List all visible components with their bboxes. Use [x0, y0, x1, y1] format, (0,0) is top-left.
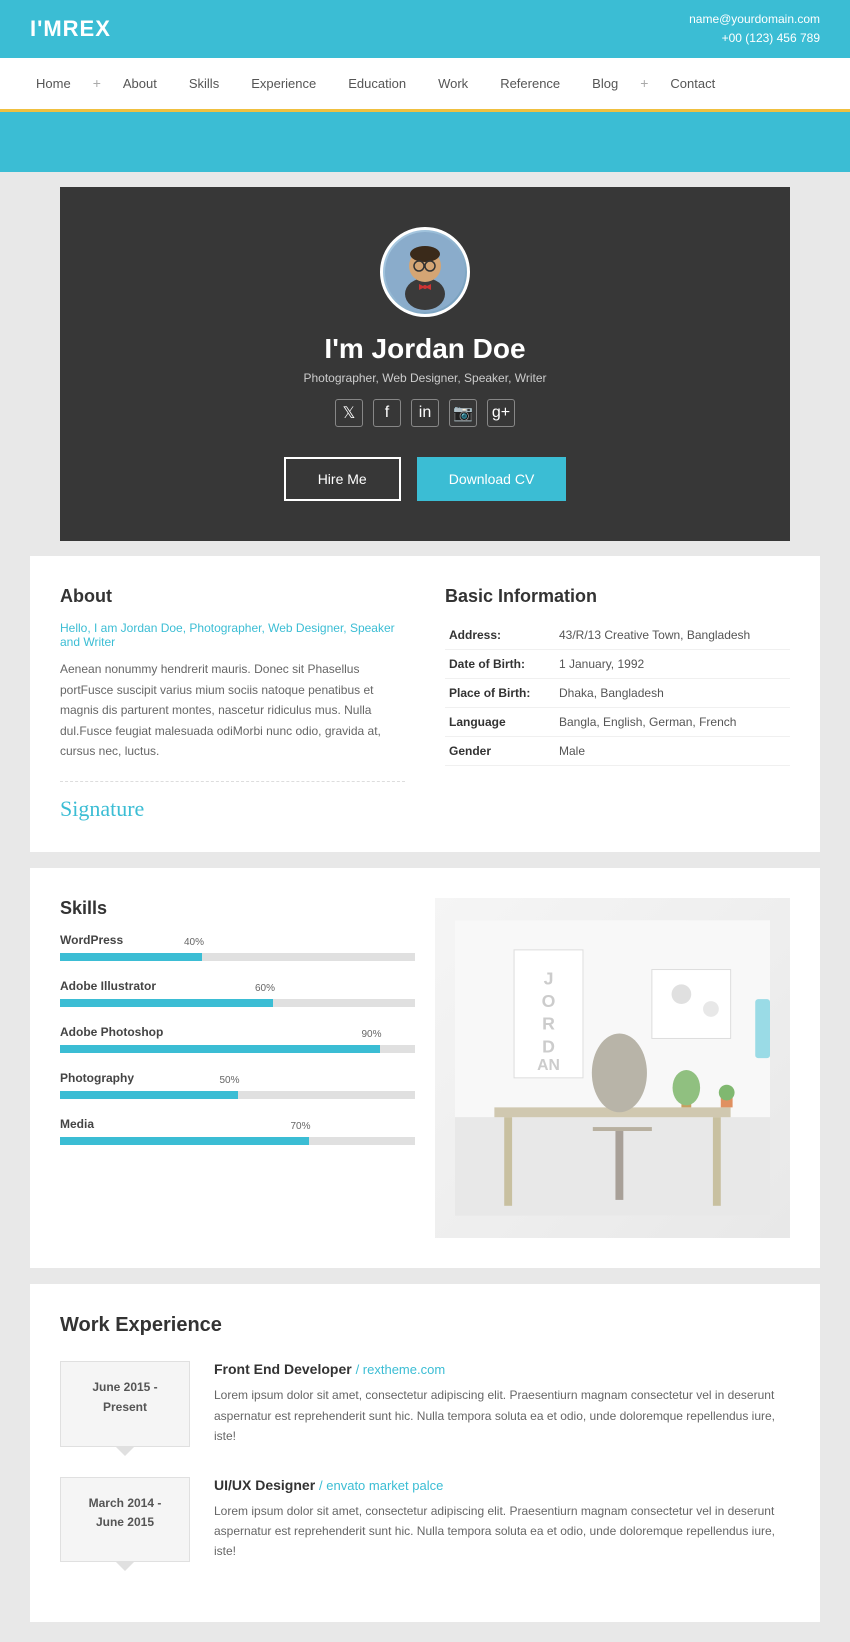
hero-bg-top [0, 112, 850, 172]
skill-bar-fill-wordpress [60, 953, 202, 961]
skill-photography: Photography [60, 1071, 415, 1099]
info-label-address: Address: [445, 621, 555, 650]
skill-media: Media [60, 1117, 415, 1145]
svg-text:D: D [542, 1037, 555, 1057]
work-section: Work Experience June 2015 -Present Front… [30, 1284, 820, 1621]
hero-buttons: Hire Me Download CV [284, 457, 567, 501]
skill-bar-fill-photoshop [60, 1045, 380, 1053]
work-date-2: March 2014 -June 2015 [60, 1477, 190, 1562]
skill-bar-bg-wordpress [60, 953, 415, 961]
info-value-address: 43/R/13 Creative Town, Bangladesh [555, 621, 790, 650]
nav-plus-blog: + [634, 57, 654, 109]
svg-text:R: R [542, 1014, 555, 1034]
work-content-2: UI/UX Designer / envato market palce Lor… [214, 1477, 790, 1562]
skills-right-image: J O R D AN [435, 898, 790, 1238]
about-section: About Hello, I am Jordan Doe, Photograph… [30, 556, 820, 852]
basic-info-title: Basic Information [445, 586, 790, 607]
nav-skills[interactable]: Skills [173, 58, 235, 109]
about-left: About Hello, I am Jordan Doe, Photograph… [60, 586, 405, 822]
skill-label-wordpress: WordPress [60, 933, 415, 947]
info-value-dob: 1 January, 1992 [555, 650, 790, 679]
basic-info: Basic Information Address: 43/R/13 Creat… [445, 586, 790, 822]
site-header: I'MREX name@yourdomain.com +00 (123) 456… [0, 0, 850, 58]
email: name@yourdomain.com [689, 10, 820, 29]
nav-education[interactable]: Education [332, 58, 422, 109]
skill-photoshop: Adobe Photoshop [60, 1025, 415, 1053]
info-value-language: Bangla, English, German, French [555, 708, 790, 737]
hire-me-button[interactable]: Hire Me [284, 457, 401, 501]
work-jobtitle-2: UI/UX Designer / envato market palce [214, 1477, 790, 1493]
skill-bar-bg-photography [60, 1091, 415, 1099]
twitter-icon[interactable]: 𝕏 [335, 399, 363, 427]
skill-label-media: Media [60, 1117, 415, 1131]
skill-label-illustrator: Adobe Illustrator [60, 979, 415, 993]
about-body: Aenean nonummy hendrerit mauris. Donec s… [60, 659, 405, 761]
svg-text:AN: AN [537, 1057, 560, 1074]
info-label-dob: Date of Birth: [445, 650, 555, 679]
nav-about[interactable]: About [107, 58, 173, 109]
work-title: Work Experience [60, 1314, 790, 1337]
nav-contact[interactable]: Contact [654, 58, 731, 109]
info-label-gender: Gender [445, 737, 555, 766]
nav-home[interactable]: Home [20, 58, 87, 109]
header-contact: name@yourdomain.com +00 (123) 456 789 [689, 10, 820, 48]
social-icons: 𝕏 f in 📷 g+ [335, 399, 515, 427]
main-nav: Home + About Skills Experience Education… [0, 58, 850, 112]
info-row-pob: Place of Birth: Dhaka, Bangladesh [445, 679, 790, 708]
nav-plus-home: + [87, 57, 107, 109]
skills-left: Skills WordPress Adobe Illustrator Adobe… [60, 898, 435, 1238]
info-label-pob: Place of Birth: [445, 679, 555, 708]
work-item-1: June 2015 -Present Front End Developer /… [60, 1361, 790, 1446]
logo[interactable]: I'MREX [30, 16, 111, 42]
avatar [380, 227, 470, 317]
skill-illustrator: Adobe Illustrator [60, 979, 415, 1007]
work-content-1: Front End Developer / rextheme.com Lorem… [214, 1361, 790, 1446]
linkedin-icon[interactable]: in [411, 399, 439, 427]
about-title: About [60, 586, 405, 607]
phone: +00 (123) 456 789 [689, 29, 820, 48]
skills-decor: J O R D AN [435, 898, 790, 1238]
nav-blog[interactable]: Blog [576, 58, 634, 109]
googleplus-icon[interactable]: g+ [487, 399, 515, 427]
info-label-language: Language [445, 708, 555, 737]
work-desc-2: Lorem ipsum dolor sit amet, consectetur … [214, 1501, 790, 1562]
skill-bar-fill-media [60, 1137, 309, 1145]
work-date-1: June 2015 -Present [60, 1361, 190, 1446]
info-value-pob: Dhaka, Bangladesh [555, 679, 790, 708]
hero-section: I'm Jordan Doe Photographer, Web Designe… [60, 187, 790, 541]
svg-text:J: J [544, 969, 554, 989]
signature: Signature [60, 781, 405, 822]
nav-reference[interactable]: Reference [484, 58, 576, 109]
skill-bar-fill-illustrator [60, 999, 273, 1007]
work-item-2: March 2014 -June 2015 UI/UX Designer / e… [60, 1477, 790, 1562]
download-cv-button[interactable]: Download CV [417, 457, 567, 501]
nav-work[interactable]: Work [422, 58, 484, 109]
work-timeline: June 2015 -Present Front End Developer /… [60, 1361, 790, 1561]
info-row-gender: Gender Male [445, 737, 790, 766]
facebook-icon[interactable]: f [373, 399, 401, 427]
skills-title: Skills [60, 898, 415, 919]
skill-bar-bg-illustrator [60, 999, 415, 1007]
skill-bar-bg-photoshop [60, 1045, 415, 1053]
svg-text:O: O [542, 991, 556, 1011]
work-company-1: / rextheme.com [356, 1362, 446, 1377]
info-row-dob: Date of Birth: 1 January, 1992 [445, 650, 790, 679]
work-company-2: / envato market palce [319, 1478, 443, 1493]
instagram-icon[interactable]: 📷 [449, 399, 477, 427]
content-wrapper: I'm Jordan Doe Photographer, Web Designe… [30, 187, 820, 1621]
hero-name: I'm Jordan Doe [324, 333, 525, 365]
info-row-address: Address: 43/R/13 Creative Town, Banglade… [445, 621, 790, 650]
work-jobtitle-1: Front End Developer / rextheme.com [214, 1361, 790, 1377]
skills-section: Skills WordPress Adobe Illustrator Adobe… [30, 868, 820, 1268]
about-intro: Hello, I am Jordan Doe, Photographer, We… [60, 621, 405, 649]
nav-experience[interactable]: Experience [235, 58, 332, 109]
skill-bar-fill-photography [60, 1091, 238, 1099]
work-desc-1: Lorem ipsum dolor sit amet, consectetur … [214, 1385, 790, 1446]
info-table: Address: 43/R/13 Creative Town, Banglade… [445, 621, 790, 766]
skill-bar-bg-media [60, 1137, 415, 1145]
info-value-gender: Male [555, 737, 790, 766]
hero-subtitle: Photographer, Web Designer, Speaker, Wri… [303, 371, 546, 385]
skill-wordpress: WordPress [60, 933, 415, 961]
info-row-language: Language Bangla, English, German, French [445, 708, 790, 737]
